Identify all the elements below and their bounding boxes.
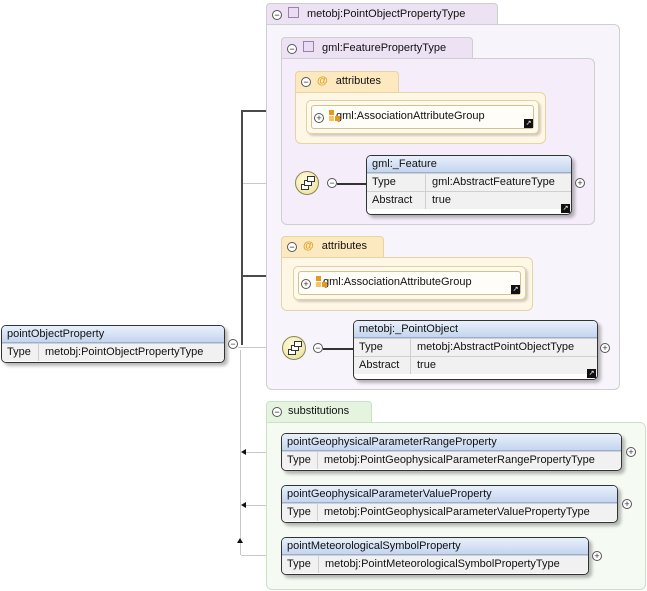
inner-type-label: gml:FeaturePropertyType bbox=[322, 42, 447, 54]
collapse-icon[interactable]: − bbox=[287, 242, 297, 252]
inner-attribute-group[interactable]: gml:AssociationAttributeGroup + ↗ bbox=[306, 100, 539, 134]
complex-type-icon bbox=[288, 7, 299, 18]
root-element-box[interactable]: pointObjectProperty Type metobj:PointObj… bbox=[1, 325, 225, 363]
element-row: Type metobj:PointObjectPropertyType bbox=[2, 343, 224, 361]
reference-link-icon[interactable]: ↗ bbox=[511, 285, 520, 294]
reference-link-icon[interactable]: ↗ bbox=[587, 369, 596, 378]
substitution-arrow-3 bbox=[237, 538, 243, 543]
row-value: gml:AbstractFeatureType bbox=[432, 176, 555, 188]
feature-element-box[interactable]: gml:_Feature Type gml:AbstractFeatureTyp… bbox=[366, 155, 572, 215]
collapse-icon[interactable]: − bbox=[287, 44, 297, 54]
attribute-group-icon bbox=[316, 276, 328, 288]
row-value: metobj:PointGeophysicalParameterRangePro… bbox=[324, 454, 595, 466]
element-row: Type metobj:PointMeteorologicalSymbolPro… bbox=[282, 555, 588, 573]
expand-icon[interactable]: + bbox=[600, 343, 610, 353]
expand-icon[interactable]: + bbox=[622, 499, 632, 509]
collapse-icon[interactable]: − bbox=[228, 339, 238, 349]
substitution-element-3[interactable]: pointMeteorologicalSymbolProperty Type m… bbox=[281, 537, 589, 575]
collapse-icon[interactable]: − bbox=[272, 407, 282, 417]
connector-point-object bbox=[323, 348, 353, 350]
row-value: metobj:PointObjectPropertyType bbox=[45, 346, 204, 358]
sequence-compositor-icon[interactable] bbox=[282, 336, 306, 360]
substitution-name: pointMeteorologicalSymbolProperty bbox=[282, 538, 588, 555]
expand-icon[interactable]: + bbox=[575, 178, 585, 188]
collapse-icon[interactable]: − bbox=[313, 343, 323, 353]
attribute-group-icon bbox=[329, 110, 341, 122]
root-element-name: pointObjectProperty bbox=[2, 326, 224, 343]
inner-attributes-label: attributes bbox=[335, 75, 381, 87]
outer-attributes-label: attributes bbox=[321, 240, 367, 252]
substitution-arrow-2 bbox=[241, 502, 246, 508]
row-value: metobj:AbstractPointObjectType bbox=[417, 341, 575, 353]
expand-icon[interactable]: + bbox=[592, 551, 602, 561]
expand-icon[interactable]: + bbox=[314, 113, 324, 123]
sequence-compositor-icon[interactable] bbox=[295, 171, 319, 195]
attribute-at-icon: @ bbox=[303, 240, 314, 252]
row-key: Abstract bbox=[354, 357, 411, 374]
row-value: true bbox=[432, 194, 451, 206]
collapse-icon[interactable]: − bbox=[272, 10, 282, 20]
expand-icon[interactable]: + bbox=[301, 279, 311, 289]
substitution-name: pointGeophysicalParameterValueProperty bbox=[282, 486, 617, 503]
outer-type-tab[interactable]: − metobj:PointObjectPropertyType bbox=[266, 3, 498, 25]
collapse-icon[interactable]: − bbox=[301, 77, 311, 87]
row-value: metobj:PointGeophysicalParameterValuePro… bbox=[324, 506, 590, 518]
inner-type-tab[interactable]: − gml:FeaturePropertyType bbox=[281, 37, 473, 59]
substitutions-label: substitutions bbox=[288, 405, 350, 417]
element-row: Type metobj:PointGeophysicalParameterRan… bbox=[282, 451, 621, 469]
substitution-element-2[interactable]: pointGeophysicalParameterValueProperty T… bbox=[281, 485, 618, 523]
substitution-element-1[interactable]: pointGeophysicalParameterRangeProperty T… bbox=[281, 433, 622, 471]
substitutions-tab[interactable]: − substitutions bbox=[266, 401, 372, 423]
element-row: Type gml:AbstractFeatureType bbox=[367, 173, 571, 191]
element-row: Type metobj:AbstractPointObjectType bbox=[354, 338, 597, 356]
point-object-element-name: metobj:_PointObject bbox=[354, 321, 597, 338]
reference-link-icon[interactable]: ↗ bbox=[561, 204, 570, 213]
connector-feature bbox=[337, 183, 366, 185]
complex-type-icon bbox=[303, 41, 314, 52]
row-key: Type bbox=[282, 504, 318, 521]
row-key: Type bbox=[282, 556, 319, 573]
connector-root-trunk bbox=[241, 110, 243, 345]
element-row: Abstract true bbox=[367, 191, 571, 209]
outer-attributes-tab[interactable]: − @ attributes bbox=[281, 236, 384, 258]
outer-attribute-group[interactable]: gml:AssociationAttributeGroup + ↗ bbox=[293, 266, 526, 300]
collapse-icon[interactable]: − bbox=[327, 178, 337, 188]
row-key: Type bbox=[354, 339, 411, 356]
outer-attribute-group-name: gml:AssociationAttributeGroup bbox=[323, 276, 472, 288]
outer-type-label: metobj:PointObjectPropertyType bbox=[307, 8, 466, 20]
inner-attribute-group-name: gml:AssociationAttributeGroup bbox=[336, 110, 485, 122]
row-key: Abstract bbox=[367, 192, 426, 209]
attribute-group-inner: gml:AssociationAttributeGroup bbox=[311, 105, 534, 129]
row-value: metobj:PointMeteorologicalSymbolProperty… bbox=[325, 558, 560, 570]
feature-element-name: gml:_Feature bbox=[367, 156, 571, 173]
element-row: Abstract true bbox=[354, 356, 597, 374]
expand-icon[interactable]: + bbox=[626, 447, 636, 457]
row-key: Type bbox=[367, 174, 426, 191]
attribute-at-icon: @ bbox=[317, 75, 328, 87]
substitution-arrow-1 bbox=[241, 449, 246, 455]
point-object-element-box[interactable]: metobj:_PointObject Type metobj:Abstract… bbox=[353, 320, 598, 380]
reference-link-icon[interactable]: ↗ bbox=[524, 119, 533, 128]
inner-attributes-tab[interactable]: − @ attributes bbox=[295, 71, 399, 93]
row-value: true bbox=[417, 359, 436, 371]
element-row: Type metobj:PointGeophysicalParameterVal… bbox=[282, 503, 617, 521]
attribute-group-inner: gml:AssociationAttributeGroup bbox=[298, 271, 521, 295]
row-key: Type bbox=[282, 452, 318, 469]
row-key: Type bbox=[2, 344, 39, 361]
substitution-name: pointGeophysicalParameterRangeProperty bbox=[282, 434, 621, 451]
